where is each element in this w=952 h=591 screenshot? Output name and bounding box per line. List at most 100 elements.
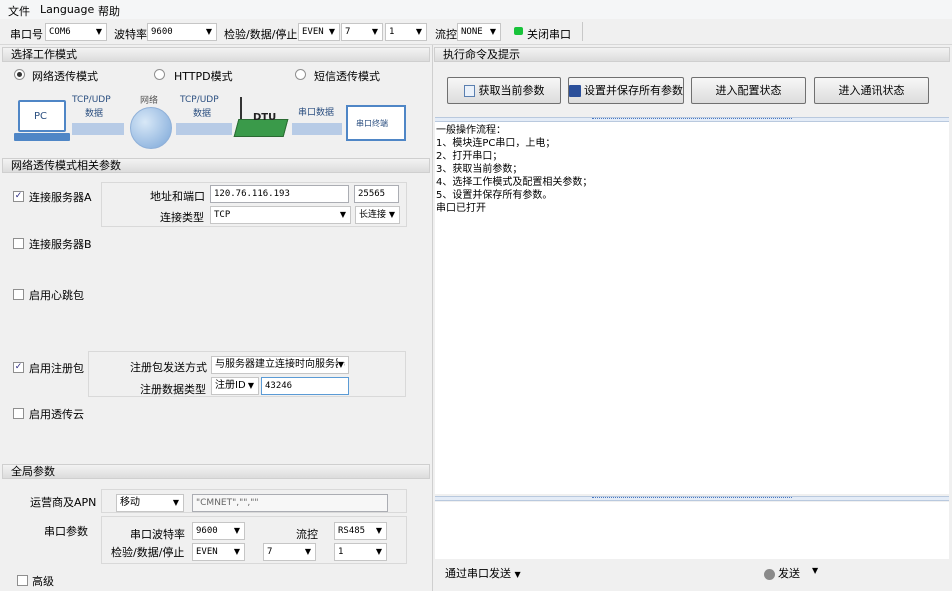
serial-stopbits-select[interactable]: 1 ▼	[334, 543, 387, 561]
mode-label-httpd: HTTPD模式	[174, 70, 233, 83]
save-icon	[569, 85, 581, 97]
chevron-down-icon: ▼	[233, 526, 240, 535]
parity-value: EVEN	[302, 27, 324, 37]
parity-select[interactable]: EVEN ▼	[298, 23, 340, 41]
send-options-chevron-icon[interactable]: ▼	[812, 566, 818, 575]
cmd-section-header: 执行命令及提示	[434, 47, 950, 62]
chevron-down-icon: ▼	[205, 27, 212, 36]
serial-data-label: 串口数据	[298, 108, 335, 118]
enter-config-button[interactable]: 进入配置状态	[691, 77, 806, 104]
mode-section-header: 选择工作模式	[2, 47, 430, 62]
save-params-button[interactable]: 设置并保存所有参数	[568, 77, 684, 104]
mode-label-network: 网络透传模式	[32, 70, 98, 83]
serial-baud-value: 9600	[196, 526, 218, 536]
chevron-down-icon: ▼	[375, 547, 382, 556]
chevron-down-icon: ▼	[415, 27, 422, 36]
mode-diagram: PC TCP/UDP 数据 网络 TCP/UDP 数据 DTU 串口数据 串口终…	[10, 85, 420, 155]
register-data-type-select[interactable]: 注册ID ▼	[211, 377, 259, 395]
operator-select[interactable]: 移动 ▼	[116, 494, 184, 512]
splitter-grip-icon	[592, 118, 792, 121]
register-send-mode-select[interactable]: 与服务器建立连接时向服务器 ▼	[211, 356, 349, 374]
network-label: 网络	[140, 96, 159, 106]
log-output[interactable]: 一般操作流程： 1、模块连PC串口，上电； 2、打开串口； 3、获取当前参数； …	[435, 122, 949, 494]
register-data-input[interactable]: 43246	[261, 377, 349, 395]
log-line: 3、获取当前参数；	[436, 164, 523, 175]
server-a-label: 连接服务器A	[29, 191, 92, 204]
register-checkbox[interactable]: ✓	[13, 362, 24, 373]
save-params-label: 设置并保存所有参数	[584, 84, 683, 97]
conn-mode-select[interactable]: 长连接 ▼	[355, 206, 400, 224]
send-button[interactable]: 发送	[764, 565, 800, 581]
server-b-label: 连接服务器B	[29, 238, 92, 251]
log-line: 2、打开串口；	[436, 151, 503, 162]
advanced-label: 高级	[32, 575, 54, 588]
menu-bar: 文件 Language 帮助	[0, 0, 952, 19]
serial-databits-select[interactable]: 7 ▼	[263, 543, 316, 561]
pc-label: PC	[34, 111, 48, 122]
antenna-icon	[240, 97, 242, 119]
baud-value: 9600	[151, 27, 173, 37]
register-data-type-label: 注册数据类型	[140, 383, 206, 396]
chevron-down-icon: ▼	[328, 27, 335, 36]
enter-comm-button[interactable]: 进入通讯状态	[814, 77, 929, 104]
flow-value: NONE	[461, 27, 483, 37]
chevron-down-icon: ▼	[514, 570, 521, 579]
pc-icon: PC	[18, 100, 66, 132]
cloud-checkbox[interactable]	[13, 408, 24, 419]
arrow-2	[176, 123, 232, 135]
get-params-button[interactable]: 获取当前参数	[447, 77, 561, 104]
check-label: 检验/数据/停止	[224, 28, 298, 41]
log-line: 4、选择工作模式及配置相关参数；	[436, 177, 593, 188]
tcp-udp-label-1: TCP/UDP	[72, 95, 111, 105]
tcp-udp-label-2: TCP/UDP	[180, 95, 219, 105]
splitter-grip-icon	[592, 497, 792, 500]
stopbits-value: 1	[389, 27, 395, 37]
serial-params-label: 串口参数	[44, 525, 88, 538]
chevron-down-icon: ▼	[371, 27, 378, 36]
keyboard-icon	[14, 133, 70, 141]
serial-flow-select[interactable]: RS485 ▼	[334, 522, 387, 540]
server-a-port-input[interactable]: 25565	[354, 185, 399, 203]
serial-check-label: 检验/数据/停止	[111, 546, 185, 559]
heartbeat-checkbox[interactable]	[13, 289, 24, 300]
log-line: 一般操作流程：	[436, 125, 506, 136]
flow-select[interactable]: NONE ▼	[457, 23, 501, 41]
mode-radio-httpd[interactable]	[154, 69, 165, 80]
advanced-checkbox[interactable]	[17, 575, 28, 586]
port-select[interactable]: COM6 ▼	[45, 23, 107, 41]
conn-type-value: TCP	[214, 210, 231, 220]
port-status-icon	[514, 27, 523, 35]
conn-type-select[interactable]: TCP ▼	[210, 206, 351, 224]
send-input[interactable]	[435, 502, 949, 559]
terminal-icon: 串口终端	[346, 105, 406, 141]
menu-file[interactable]: 文件	[8, 3, 30, 19]
serial-stopbits-value: 1	[338, 547, 344, 557]
chevron-down-icon: ▼	[339, 210, 346, 219]
serial-baud-select[interactable]: 9600 ▼	[192, 522, 245, 540]
menu-help[interactable]: 帮助	[98, 3, 120, 19]
serial-parity-select[interactable]: EVEN ▼	[192, 543, 245, 561]
databits-select[interactable]: 7 ▼	[341, 23, 383, 41]
global-section-header: 全局参数	[2, 464, 430, 479]
data-label-1: 数据	[85, 109, 104, 119]
server-a-address-input[interactable]: 120.76.116.193	[210, 185, 349, 203]
log-line: 1、模块连PC串口，上电；	[436, 138, 556, 149]
send-via-dropdown[interactable]: 通过串口发送 ▼	[445, 565, 521, 581]
mode-label-sms: 短信透传模式	[314, 70, 380, 83]
apn-input[interactable]: "CMNET","",""	[192, 494, 388, 512]
stopbits-select[interactable]: 1 ▼	[385, 23, 427, 41]
register-send-mode-label: 注册包发送方式	[130, 361, 207, 374]
chevron-down-icon: ▼	[337, 357, 344, 373]
mode-radio-network[interactable]	[14, 69, 25, 80]
register-label: 启用注册包	[29, 362, 84, 375]
bottom-splitter[interactable]	[435, 496, 949, 501]
serial-databits-value: 7	[267, 547, 273, 557]
menu-language[interactable]: Language	[40, 3, 94, 16]
serial-flow-value: RS485	[338, 526, 366, 536]
close-port-button[interactable]: 关闭串口	[527, 26, 571, 42]
mode-radio-sms[interactable]	[295, 69, 306, 80]
baud-select[interactable]: 9600 ▼	[147, 23, 217, 41]
server-a-checkbox[interactable]: ✓	[13, 191, 24, 202]
arrow-3	[292, 123, 342, 135]
server-b-checkbox[interactable]	[13, 238, 24, 249]
